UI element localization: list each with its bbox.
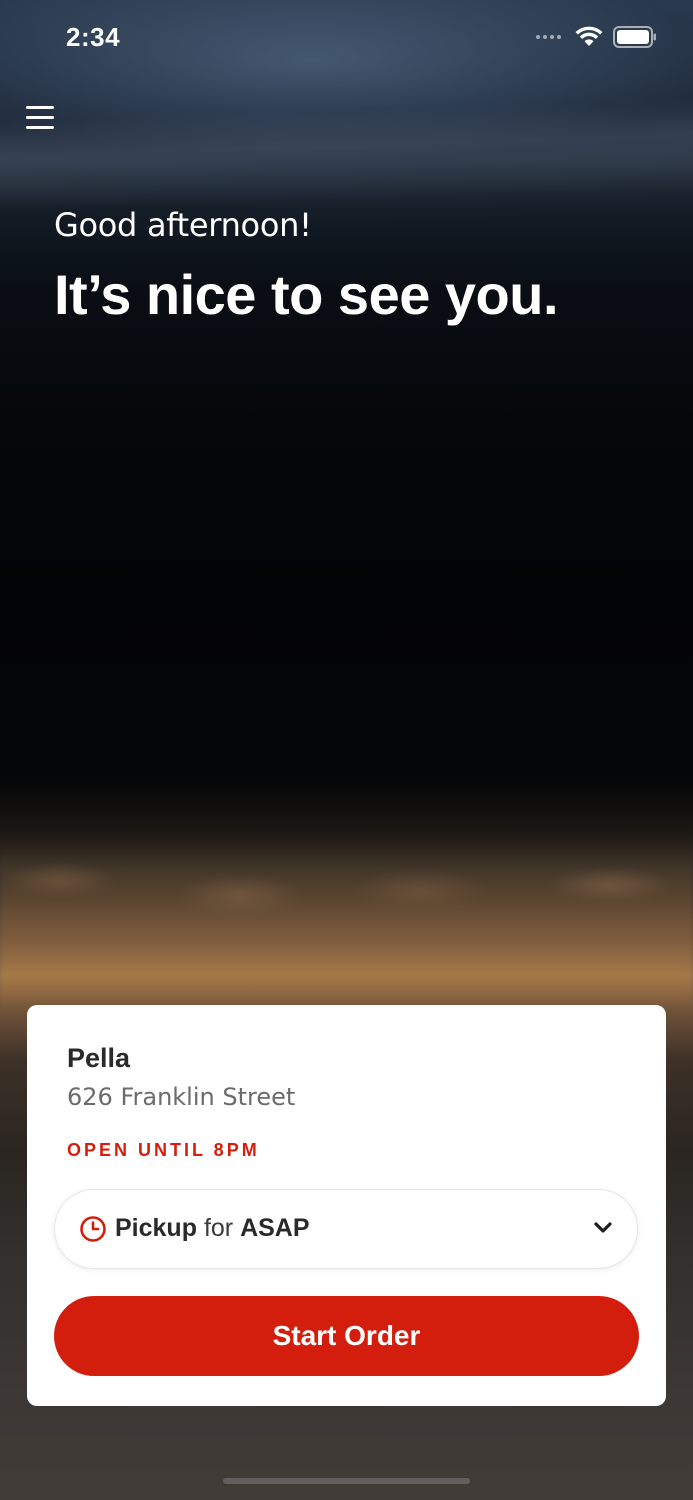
chevron-down-icon <box>594 1222 612 1233</box>
order-summary: Pickup for ASAP <box>115 1214 310 1243</box>
store-hours-badge: OPEN UNTIL 8PM <box>67 1140 260 1160</box>
order-connector: for <box>203 1214 234 1242</box>
welcome-headline: It’s nice to see you. <box>54 263 559 326</box>
start-order-button[interactable]: Start Order <box>54 1296 639 1376</box>
clock-icon <box>80 1216 106 1242</box>
order-time: ASAP <box>240 1214 310 1242</box>
status-icons <box>536 26 657 48</box>
greeting-text: Good afternoon! <box>54 206 312 244</box>
store-name: Pella <box>67 1043 131 1073</box>
order-mode: Pickup <box>115 1214 197 1242</box>
store-card: Pella 626 Franklin Street OPEN UNTIL 8PM… <box>27 1005 666 1406</box>
store-address: 626 Franklin Street <box>67 1083 296 1111</box>
battery-icon <box>613 26 656 48</box>
background-pizza-crust <box>0 840 693 1010</box>
wifi-icon <box>575 26 603 46</box>
hamburger-menu-icon[interactable] <box>26 106 54 132</box>
status-time: 2:34 <box>66 22 121 52</box>
signal-icon <box>536 35 561 39</box>
status-bar: 2:34 <box>0 0 693 80</box>
home-indicator <box>223 1478 470 1484</box>
order-type-selector[interactable]: Pickup for ASAP <box>54 1189 638 1269</box>
app-screen: 2:34 Good afternoon! It’s nice to see yo… <box>0 0 693 1500</box>
